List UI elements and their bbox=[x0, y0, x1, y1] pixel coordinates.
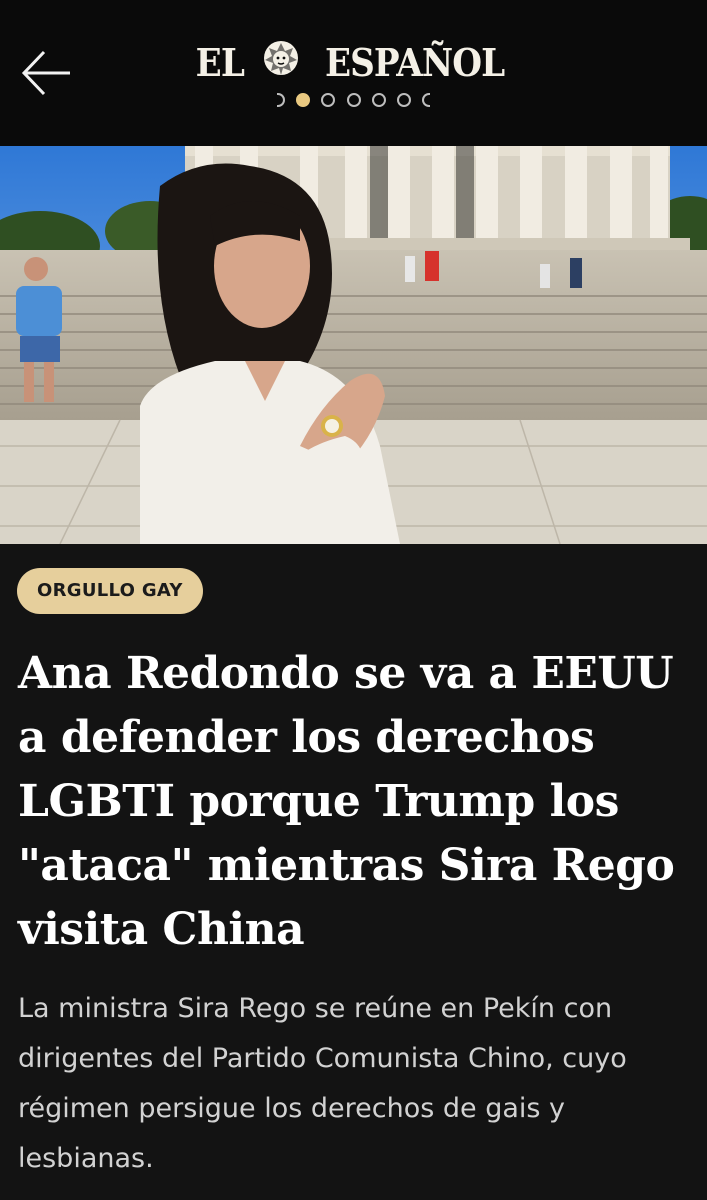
category-badge[interactable]: ORGULLO GAY bbox=[17, 568, 203, 614]
site-logo[interactable]: EL ESPAÑOL bbox=[0, 36, 707, 86]
indicator-dot-active[interactable] bbox=[296, 92, 311, 107]
article-card[interactable]: ORGULLO GAY Ana Redondo se va a EEUU a d… bbox=[0, 544, 707, 1200]
indicator-dot-partial bbox=[421, 92, 430, 107]
indicator-dot[interactable] bbox=[321, 92, 336, 107]
logo-text-left: EL bbox=[195, 40, 244, 85]
carousel-indicator[interactable] bbox=[0, 89, 707, 108]
app-header: EL ESPAÑOL bbox=[0, 0, 707, 146]
article-summary: La ministra Sira Rego se reúne en Pekín … bbox=[18, 993, 627, 1174]
hero-image[interactable] bbox=[0, 146, 707, 544]
lion-head-icon bbox=[262, 39, 300, 86]
indicator-dot-partial bbox=[277, 92, 286, 107]
logo-text-right: ESPAÑOL bbox=[324, 40, 505, 85]
indicator-dot[interactable] bbox=[346, 92, 361, 107]
article-headline[interactable]: Ana Redondo se va a EEUU a defender los … bbox=[18, 642, 698, 962]
indicator-dot[interactable] bbox=[396, 92, 411, 107]
hero-photo-illustration bbox=[0, 146, 707, 544]
indicator-dot[interactable] bbox=[371, 92, 386, 107]
